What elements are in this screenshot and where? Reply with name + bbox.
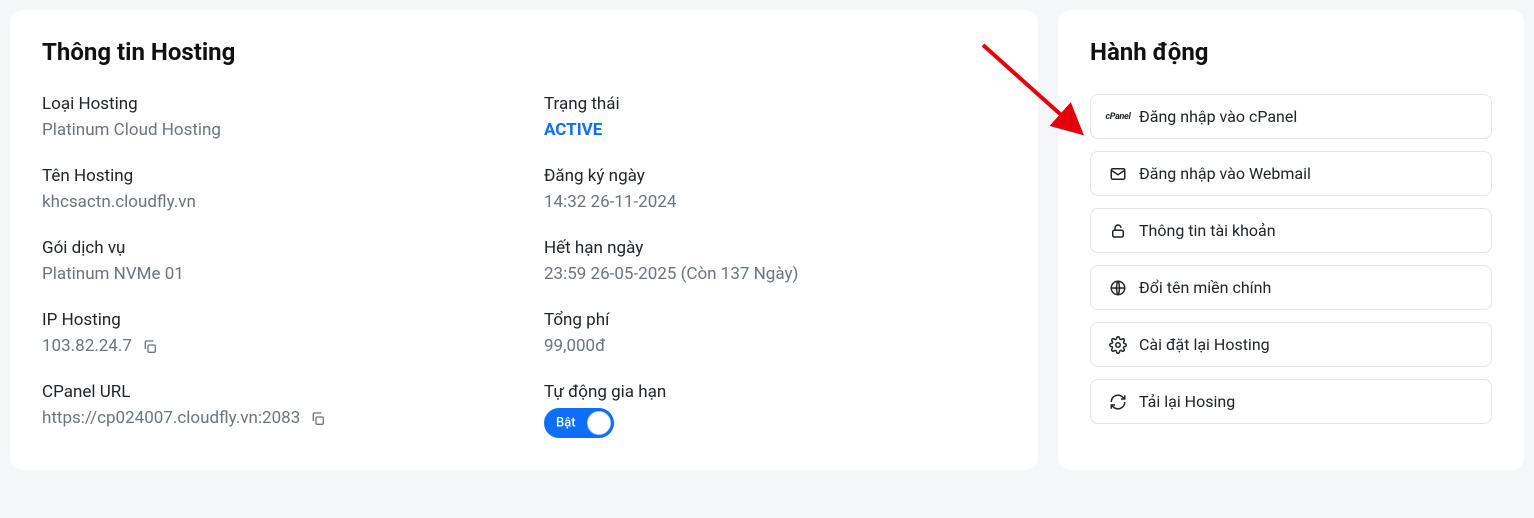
action-label: Đổi tên miền chính: [1139, 278, 1271, 297]
hosting-package: Gói dịch vụ Platinum NVMe 01: [42, 238, 504, 284]
action-list: cPanel Đăng nhập vào cPanel Đăng nhập và…: [1090, 94, 1492, 424]
hosting-ip-label: IP Hosting: [42, 310, 504, 330]
hosting-expiry-value: 23:59 26-05-2025 (Còn 137 Ngày): [544, 264, 1006, 284]
toggle-state-label: Bật: [556, 416, 576, 431]
auto-renew: Tự động gia hạn Bật: [544, 382, 1006, 442]
hosting-registered-value: 14:32 26-11-2024: [544, 192, 1006, 212]
action-reload-hosting[interactable]: Tải lại Hosing: [1090, 379, 1492, 424]
mail-icon: [1109, 165, 1127, 183]
gear-icon: [1109, 336, 1127, 354]
hosting-registered-label: Đăng ký ngày: [544, 166, 1006, 186]
copy-icon[interactable]: [142, 339, 158, 355]
hosting-status-value: ACTIVE: [544, 120, 1006, 140]
hosting-type-label: Loại Hosting: [42, 94, 504, 114]
action-label: Đăng nhập vào cPanel: [1139, 107, 1297, 126]
action-label: Thông tin tài khoản: [1139, 221, 1276, 240]
hosting-type: Loại Hosting Platinum Cloud Hosting: [42, 94, 504, 140]
hosting-package-value: Platinum NVMe 01: [42, 264, 504, 284]
hosting-ip: IP Hosting 103.82.24.7: [42, 310, 504, 356]
action-reset-hosting[interactable]: Cài đặt lại Hosting: [1090, 322, 1492, 367]
hosting-registered: Đăng ký ngày 14:32 26-11-2024: [544, 166, 1006, 212]
auto-renew-label: Tự động gia hạn: [544, 382, 1006, 402]
actions-card: Hành động cPanel Đăng nhập vào cPanel Đă…: [1058, 10, 1524, 470]
hosting-ip-value: 103.82.24.7: [42, 336, 132, 356]
cpanel-url: CPanel URL https://cp024007.cloudfly.vn:…: [42, 382, 504, 442]
hosting-package-label: Gói dịch vụ: [42, 238, 504, 258]
copy-icon[interactable]: [310, 411, 326, 427]
hosting-total: Tổng phí 99,000đ: [544, 310, 1006, 356]
action-label: Đăng nhập vào Webmail: [1139, 164, 1311, 183]
action-label: Tải lại Hosing: [1139, 392, 1235, 411]
hosting-info-card: Thông tin Hosting Loại Hosting Platinum …: [10, 10, 1038, 470]
toggle-knob: [587, 411, 611, 435]
hosting-name: Tên Hosting khcsactn.cloudfly.vn: [42, 166, 504, 212]
hosting-expiry-label: Hết hạn ngày: [544, 238, 1006, 258]
actions-title: Hành động: [1090, 38, 1492, 66]
auto-renew-toggle[interactable]: Bật: [544, 408, 614, 438]
cpanel-icon: cPanel: [1109, 108, 1127, 126]
globe-icon: [1109, 279, 1127, 297]
lock-icon: [1109, 222, 1127, 240]
cpanel-url-value: https://cp024007.cloudfly.vn:2083: [42, 408, 300, 428]
action-login-webmail[interactable]: Đăng nhập vào Webmail: [1090, 151, 1492, 196]
reload-icon: [1109, 393, 1127, 411]
cpanel-url-label: CPanel URL: [42, 382, 504, 402]
hosting-name-label: Tên Hosting: [42, 166, 504, 186]
hosting-expiry: Hết hạn ngày 23:59 26-05-2025 (Còn 137 N…: [544, 238, 1006, 284]
hosting-status: Trạng thái ACTIVE: [544, 94, 1006, 140]
hosting-total-value: 99,000đ: [544, 336, 1006, 356]
action-label: Cài đặt lại Hosting: [1139, 335, 1270, 354]
hosting-info-title: Thông tin Hosting: [42, 38, 1006, 66]
action-login-cpanel[interactable]: cPanel Đăng nhập vào cPanel: [1090, 94, 1492, 139]
action-change-domain[interactable]: Đổi tên miền chính: [1090, 265, 1492, 310]
action-account-info[interactable]: Thông tin tài khoản: [1090, 208, 1492, 253]
hosting-status-label: Trạng thái: [544, 94, 1006, 114]
hosting-type-value: Platinum Cloud Hosting: [42, 120, 504, 140]
hosting-total-label: Tổng phí: [544, 310, 1006, 330]
hosting-name-value: khcsactn.cloudfly.vn: [42, 192, 504, 212]
